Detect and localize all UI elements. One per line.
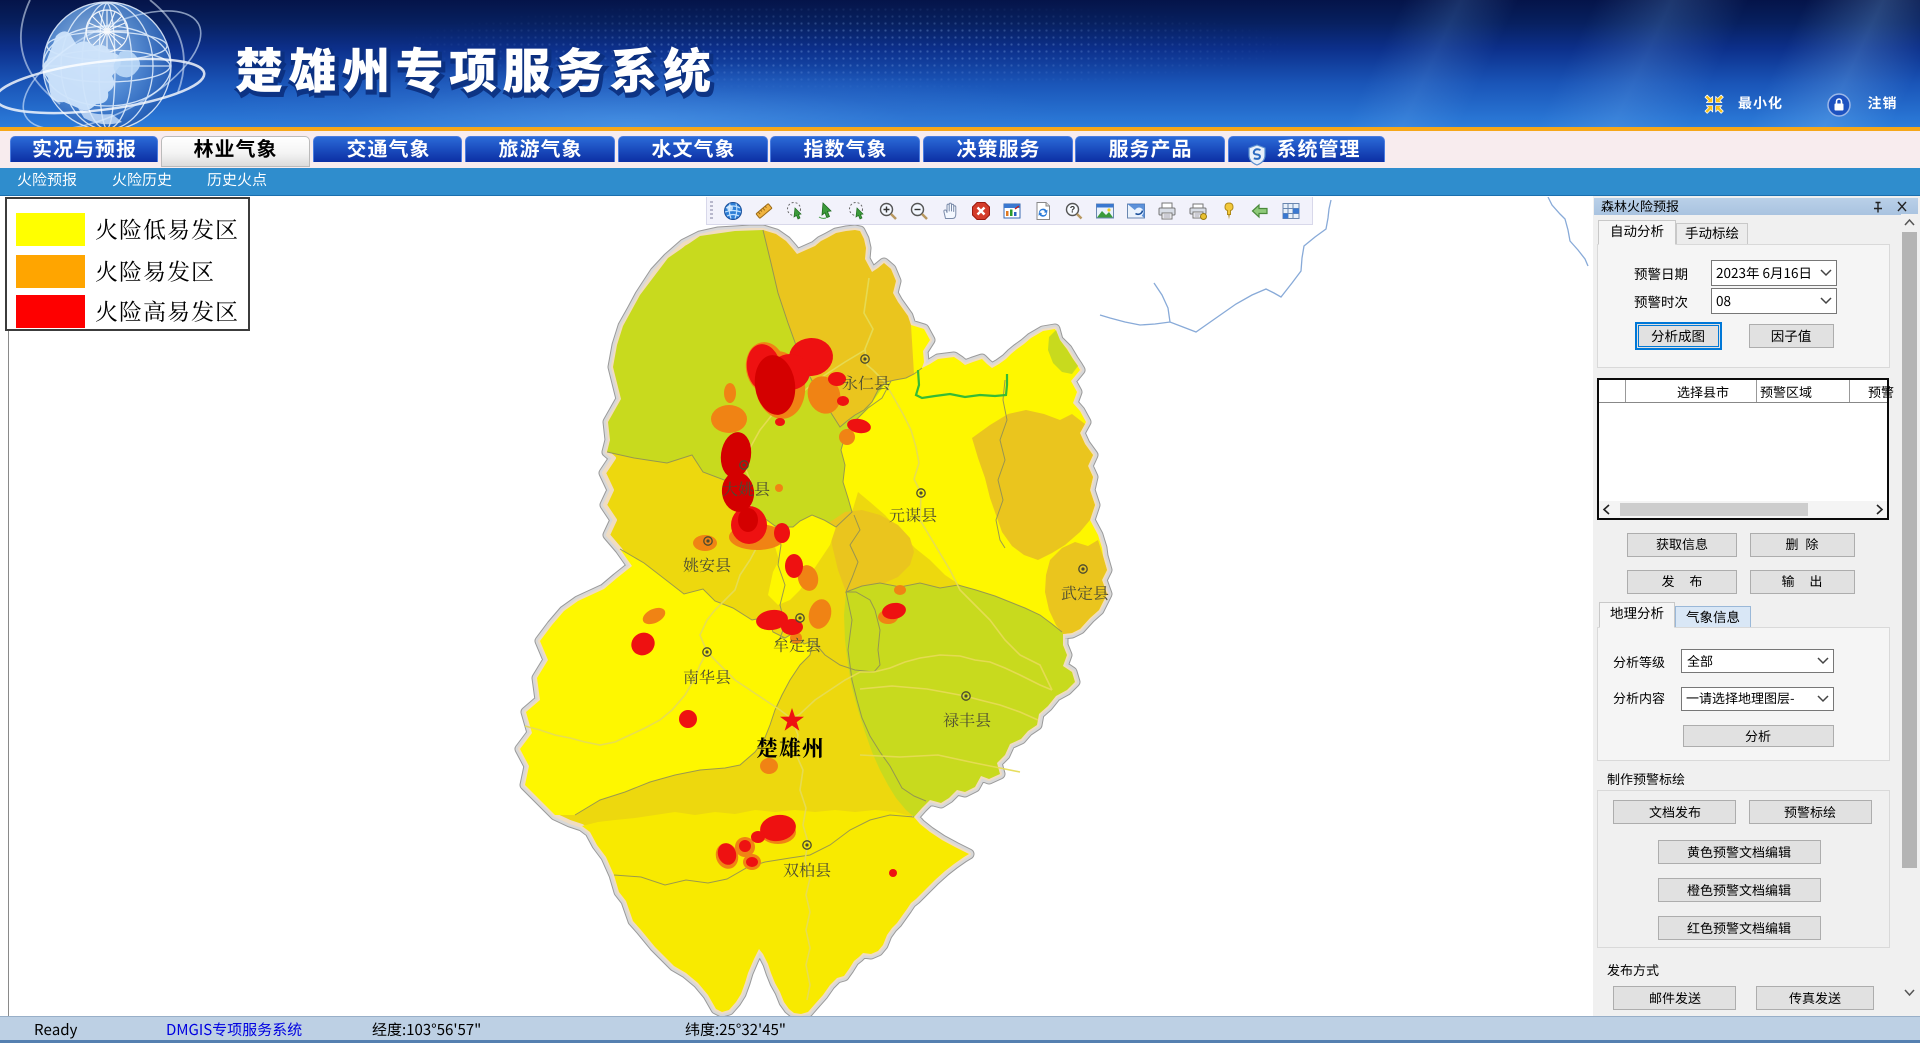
svg-text:?: ?: [1070, 205, 1076, 215]
